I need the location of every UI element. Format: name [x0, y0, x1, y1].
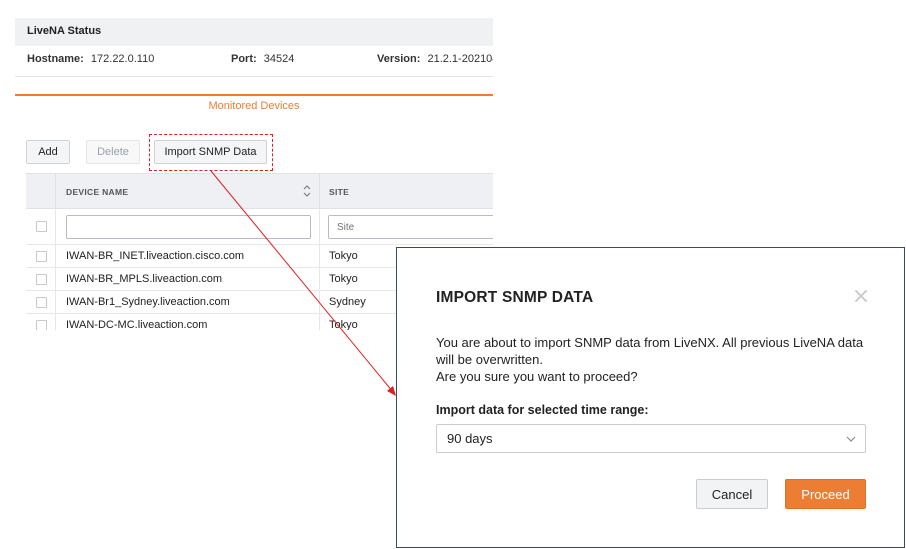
- column-divider: [55, 314, 56, 330]
- delete-button[interactable]: Delete: [86, 140, 140, 164]
- time-range-select[interactable]: 90 days: [436, 424, 866, 453]
- dialog-message: You are about to import SNMP data from L…: [436, 334, 876, 385]
- hostname-value: 172.22.0.110: [90, 53, 155, 65]
- status-title: LiveNA Status: [15, 18, 493, 46]
- column-divider: [55, 245, 56, 267]
- column-divider: [319, 291, 320, 313]
- port-field: Port: 34524: [231, 53, 294, 65]
- column-header-device-name[interactable]: DEVICE NAME: [66, 187, 128, 197]
- close-icon[interactable]: [853, 288, 869, 304]
- column-divider: [319, 268, 320, 290]
- version-label: Version:: [377, 53, 421, 65]
- stage: LiveNA Status Hostname: 172.22.0.110 Por…: [0, 0, 906, 549]
- cancel-button[interactable]: Cancel: [696, 479, 768, 509]
- column-divider: [55, 174, 56, 209]
- column-header-site[interactable]: SITE: [329, 187, 349, 197]
- sort-icon[interactable]: [302, 184, 312, 198]
- table-header: DEVICE NAME SITE: [26, 173, 493, 209]
- close-icon-glyph: [855, 290, 867, 302]
- tab-monitored-devices[interactable]: Monitored Devices: [15, 100, 493, 112]
- device-name-filter-input[interactable]: [66, 215, 311, 239]
- status-divider: [15, 76, 493, 77]
- version-value: 21.2.1-2021042: [427, 53, 493, 65]
- column-divider: [319, 209, 320, 244]
- proceed-button[interactable]: Proceed: [785, 479, 866, 509]
- import-snmp-dialog: IMPORT SNMP DATA You are about to import…: [396, 247, 905, 548]
- device-name-cell: IWAN-Br1_Sydney.liveaction.com: [66, 296, 230, 308]
- hostname-label: Hostname:: [27, 53, 84, 65]
- row-checkbox[interactable]: [36, 274, 47, 285]
- filter-row: [26, 209, 493, 245]
- site-cell: Sydney: [329, 296, 366, 308]
- port-label: Port:: [231, 53, 257, 65]
- version-field: Version: 21.2.1-2021042: [377, 53, 493, 65]
- highlight-box: [149, 134, 273, 171]
- status-row: Hostname: 172.22.0.110 Port: 34524 Versi…: [15, 52, 493, 74]
- select-all-checkbox[interactable]: [36, 221, 47, 232]
- site-cell: Tokyo: [329, 250, 358, 262]
- column-divider: [55, 268, 56, 290]
- row-checkbox[interactable]: [36, 320, 47, 330]
- site-filter-input[interactable]: [328, 215, 493, 239]
- tab-underline: [15, 94, 493, 96]
- device-name-cell: IWAN-BR_MPLS.liveaction.com: [66, 273, 223, 285]
- hostname-field: Hostname: 172.22.0.110: [27, 53, 154, 65]
- time-range-label: Import data for selected time range:: [436, 403, 649, 417]
- chevron-down-icon: [846, 436, 856, 442]
- site-cell: Tokyo: [329, 319, 358, 330]
- column-divider: [319, 314, 320, 330]
- device-name-cell: IWAN-BR_INET.liveaction.cisco.com: [66, 250, 245, 262]
- dialog-message-question: Are you sure you want to proceed?: [436, 369, 638, 384]
- port-value: 34524: [263, 53, 295, 65]
- site-cell: Tokyo: [329, 273, 358, 285]
- dialog-message-line: You are about to import SNMP data from L…: [436, 335, 864, 367]
- arrow-head: [387, 386, 396, 396]
- add-button[interactable]: Add: [26, 140, 70, 164]
- device-name-cell: IWAN-DC-MC.liveaction.com: [66, 319, 208, 330]
- column-divider: [55, 291, 56, 313]
- time-range-selected-value: 90 days: [447, 431, 493, 446]
- column-divider: [55, 209, 56, 244]
- column-divider: [319, 245, 320, 267]
- column-divider: [319, 174, 320, 209]
- dialog-title: IMPORT SNMP DATA: [436, 289, 594, 306]
- row-checkbox[interactable]: [36, 297, 47, 308]
- row-checkbox[interactable]: [36, 251, 47, 262]
